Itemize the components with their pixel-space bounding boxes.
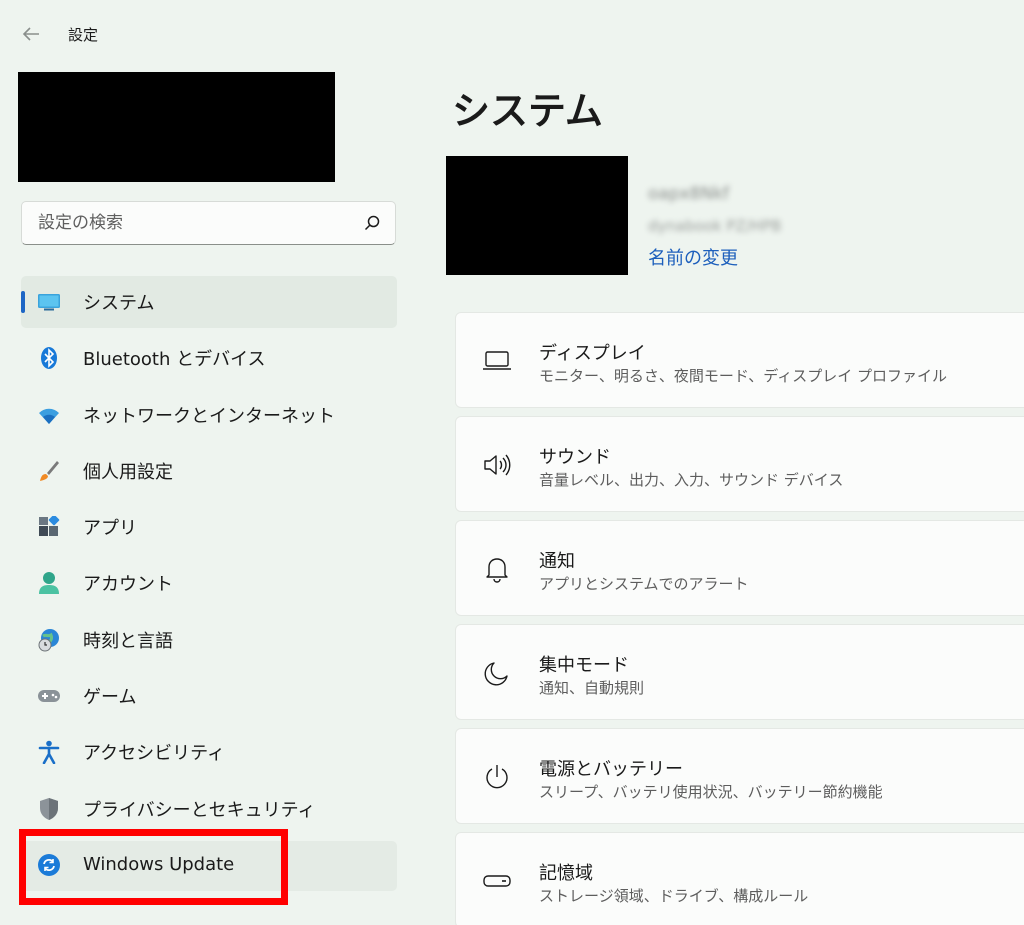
device-model: dynabook PZ/HPB <box>648 217 782 235</box>
sidebar-item-label: アカウント <box>83 574 173 596</box>
globe-clock-icon <box>37 628 61 652</box>
card-focus-assist[interactable]: 集中モード 通知、自動規則 <box>455 624 1024 720</box>
moon-icon <box>482 659 512 687</box>
sidebar-item-label: Windows Update <box>83 854 235 876</box>
person-icon <box>37 571 61 595</box>
profile-redacted <box>18 72 335 182</box>
card-description: モニター、明るさ、夜間モード、ディスプレイ プロファイル <box>539 367 947 385</box>
card-title: 集中モード <box>539 655 629 676</box>
rename-link[interactable]: 名前の変更 <box>648 244 738 270</box>
card-title: サウンド <box>539 447 611 468</box>
title-bar: 設定 <box>0 0 1024 64</box>
card-power-battery[interactable]: 電源とバッテリー スリープ、バッテリ使用状況、バッテリー節約機能 <box>455 728 1024 824</box>
sidebar-item-apps[interactable]: アプリ <box>21 501 397 553</box>
app-title: 設定 <box>68 26 99 44</box>
card-display[interactable]: ディスプレイ モニター、明るさ、夜間モード、ディスプレイ プロファイル <box>455 312 1024 408</box>
settings-cards: ディスプレイ モニター、明るさ、夜間モード、ディスプレイ プロファイル サウンド… <box>455 312 1024 925</box>
sidebar-item-label: システム <box>83 293 155 314</box>
sidebar-item-label: Bluetooth とデバイス <box>83 349 266 371</box>
search-box[interactable] <box>21 201 396 245</box>
sidebar-item-label: ゲーム <box>83 687 137 709</box>
sidebar-item-system[interactable]: システム <box>21 276 397 328</box>
card-title: ディスプレイ <box>539 343 646 364</box>
power-icon <box>482 763 512 791</box>
device-image-redacted <box>446 156 628 275</box>
card-description: 通知、自動規則 <box>539 679 645 697</box>
card-sound[interactable]: サウンド 音量レベル、出力、入力、サウンド デバイス <box>455 416 1024 512</box>
sidebar-item-accounts[interactable]: アカウント <box>21 557 397 609</box>
sidebar-item-label: ネットワークとインターネット <box>83 405 335 427</box>
sidebar-item-label: 個人用設定 <box>83 461 173 483</box>
apps-icon <box>37 515 61 539</box>
sidebar-item-label: プライバシーとセキュリティ <box>83 799 316 821</box>
device-name: oapx8Nkf <box>648 184 730 204</box>
speaker-icon <box>482 451 512 479</box>
card-title: 記憶域 <box>539 863 593 884</box>
storage-icon <box>482 867 512 895</box>
sidebar-item-privacy[interactable]: プライバシーとセキュリティ <box>21 783 397 835</box>
gamepad-icon <box>37 684 61 708</box>
accessibility-icon <box>37 740 61 765</box>
sidebar-nav: システム Bluetooth とデバイス ネットワークとインターネット 個人用設… <box>21 276 397 895</box>
card-description: ストレージ領域、ドライブ、構成ルール <box>539 887 809 905</box>
selection-indicator <box>21 291 25 313</box>
laptop-icon <box>482 347 512 375</box>
sidebar-item-accessibility[interactable]: アクセシビリティ <box>21 726 397 778</box>
card-description: アプリとシステムでのアラート <box>539 575 749 593</box>
sidebar-item-personalization[interactable]: 個人用設定 <box>21 445 397 497</box>
card-storage[interactable]: 記憶域 ストレージ領域、ドライブ、構成ルール <box>455 832 1024 925</box>
bell-icon <box>482 555 512 583</box>
back-arrow-icon <box>22 27 39 41</box>
brush-icon <box>37 459 61 483</box>
sidebar-item-time-language[interactable]: 時刻と言語 <box>21 614 397 666</box>
sidebar-item-label: 時刻と言語 <box>83 630 173 652</box>
sync-icon <box>37 853 61 877</box>
sidebar-item-bluetooth[interactable]: Bluetooth とデバイス <box>21 332 397 384</box>
sidebar-item-gaming[interactable]: ゲーム <box>21 670 397 722</box>
search-input[interactable] <box>22 202 352 244</box>
sidebar-item-windows-update[interactable]: Windows Update <box>21 839 397 891</box>
card-title: 電源とバッテリー <box>539 759 683 780</box>
card-title: 通知 <box>539 551 575 572</box>
wifi-icon <box>37 403 61 427</box>
page-title: システム <box>452 89 603 133</box>
search-icon[interactable] <box>363 214 381 232</box>
monitor-icon <box>37 290 61 314</box>
bluetooth-icon <box>37 346 61 370</box>
card-notifications[interactable]: 通知 アプリとシステムでのアラート <box>455 520 1024 616</box>
sidebar-item-label: アクセシビリティ <box>83 743 226 765</box>
shield-icon <box>37 797 61 821</box>
back-button[interactable] <box>18 22 44 46</box>
sidebar-item-network[interactable]: ネットワークとインターネット <box>21 389 397 441</box>
card-description: スリープ、バッテリ使用状況、バッテリー節約機能 <box>539 783 883 801</box>
sidebar-item-label: アプリ <box>83 518 137 540</box>
card-description: 音量レベル、出力、入力、サウンド デバイス <box>539 471 844 489</box>
